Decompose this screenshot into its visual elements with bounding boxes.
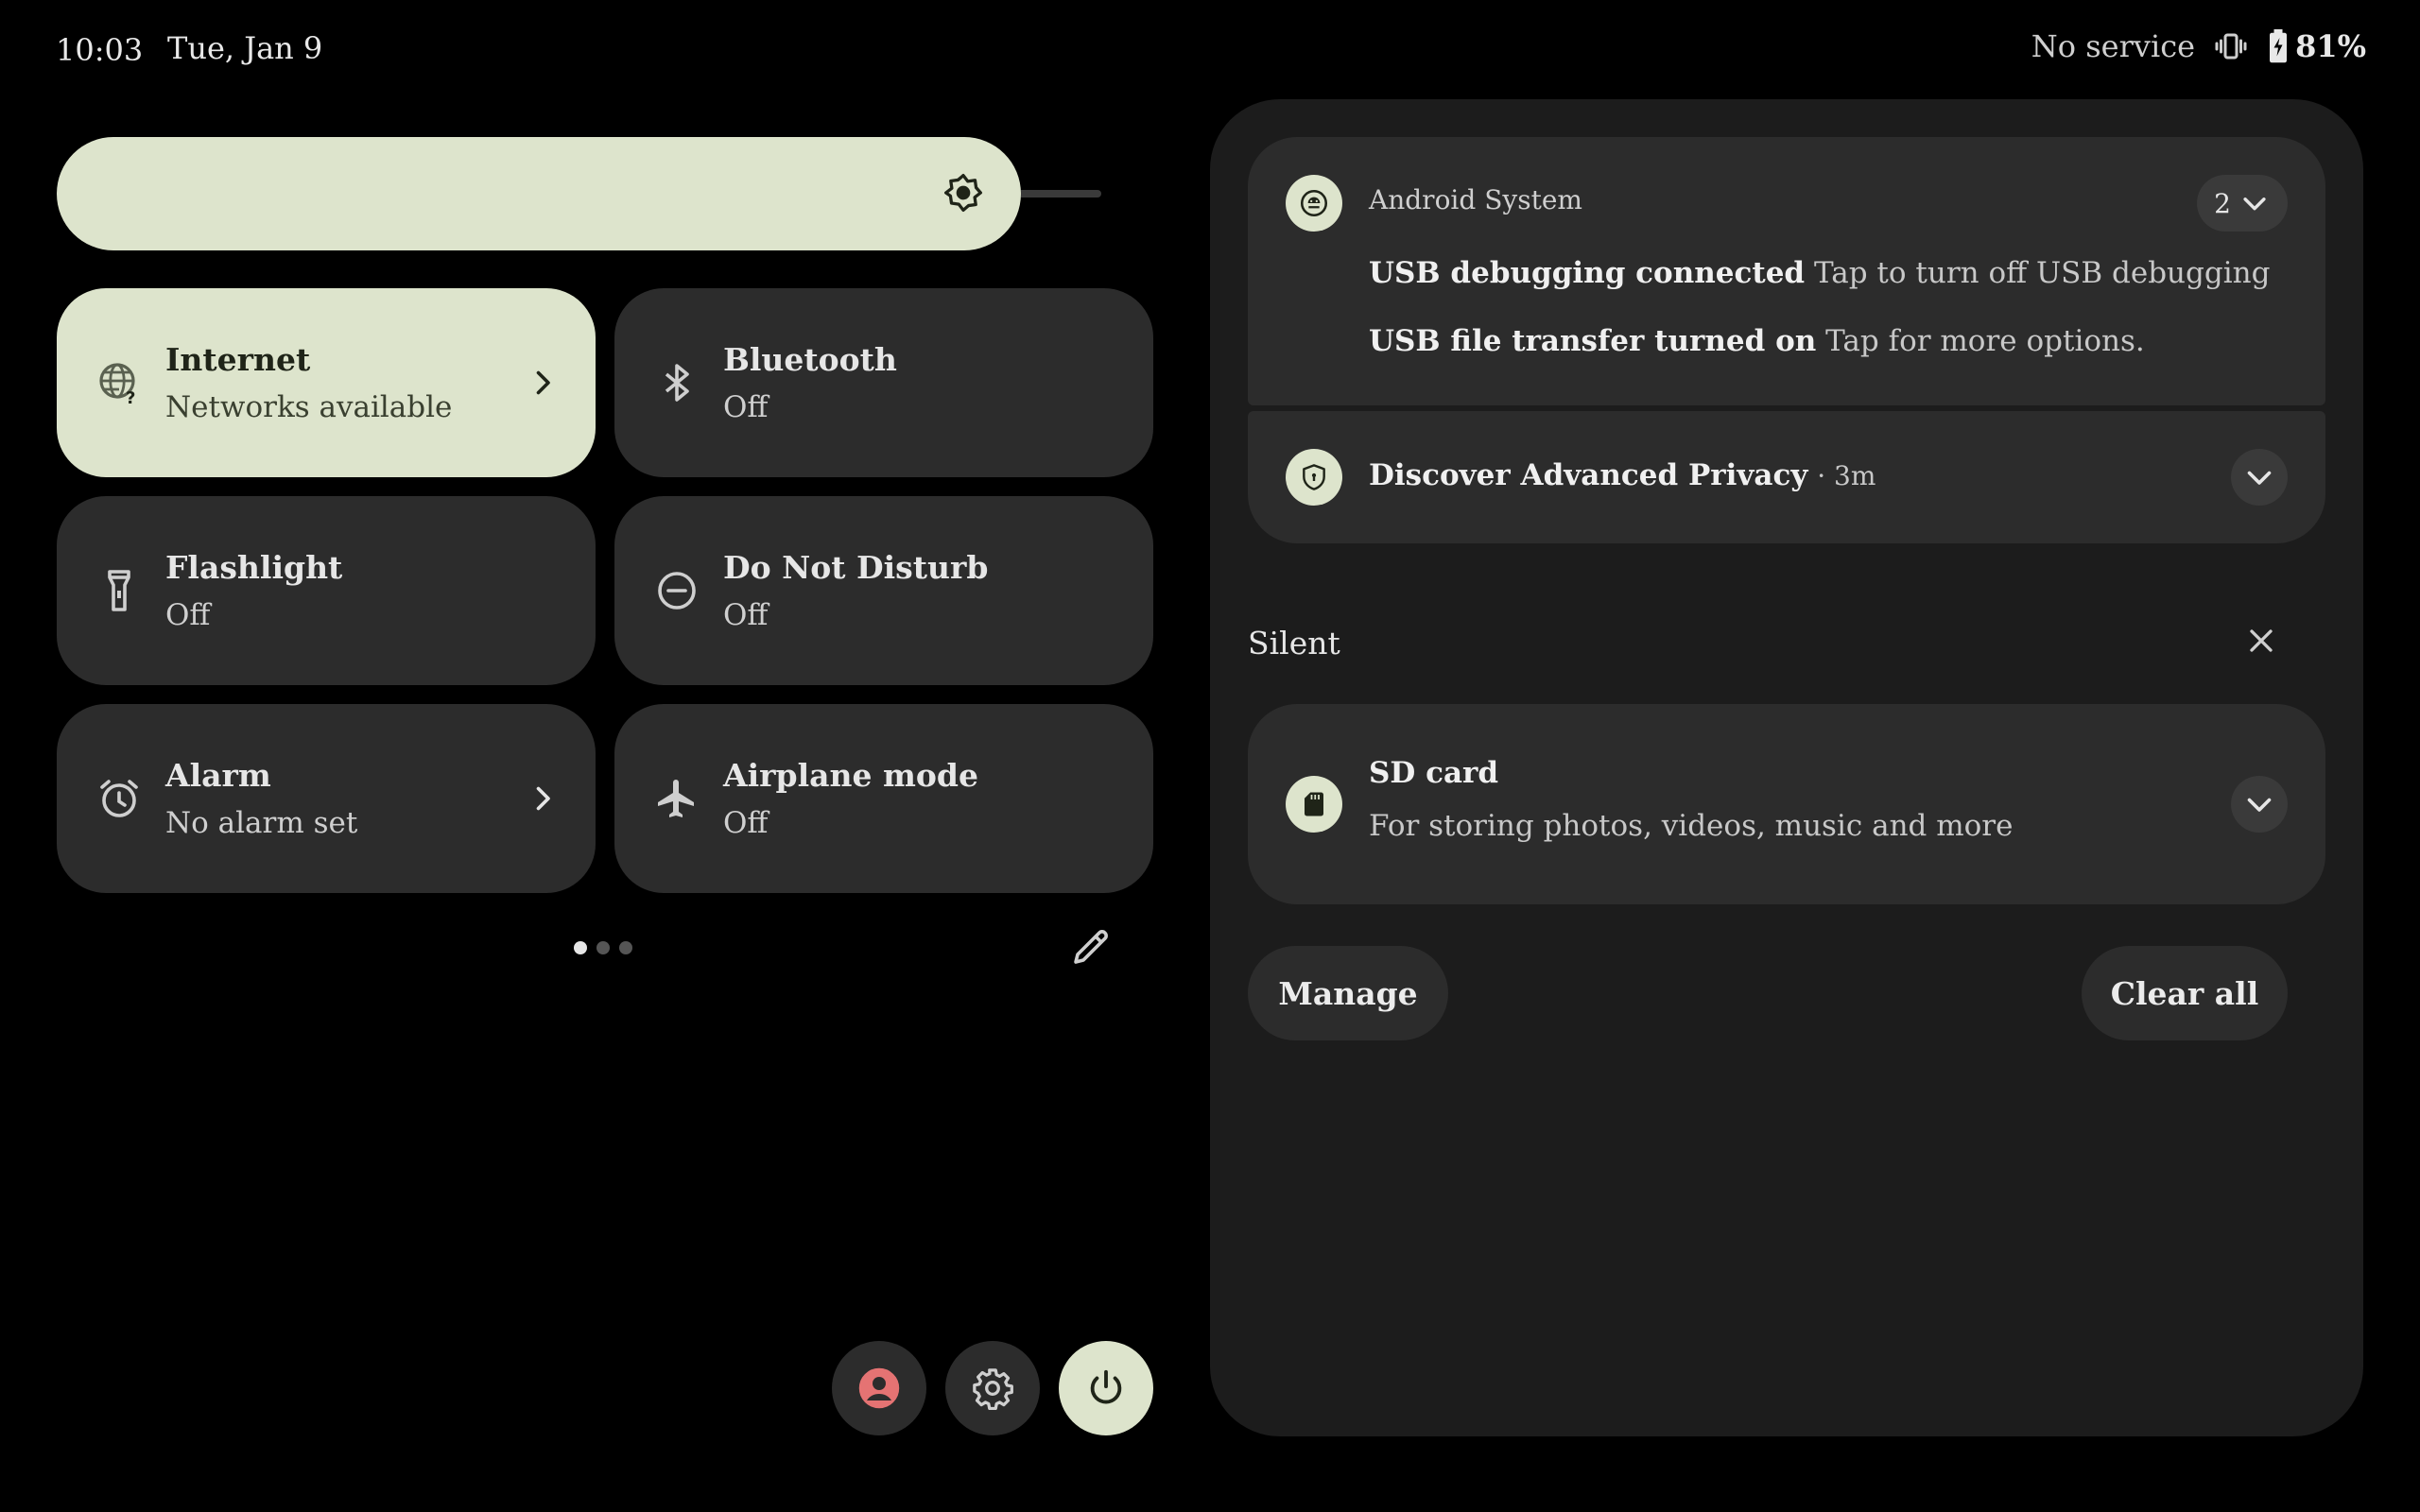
notification-title: Discover Advanced Privacy [1369, 458, 1808, 492]
close-icon[interactable] [2242, 622, 2280, 660]
chevron-right-icon [526, 364, 560, 402]
page-indicator [574, 941, 632, 954]
power-icon [1084, 1366, 1128, 1410]
notification-title-line: SD card [1369, 756, 1498, 790]
user-account-icon [856, 1366, 902, 1411]
battery-percent: 81% [2295, 28, 2366, 64]
status-date: Tue, Jan 9 [167, 30, 323, 66]
notification-line[interactable]: USB debugging connected Tap to turn off … [1369, 256, 2270, 290]
user-switch-button[interactable] [832, 1341, 926, 1435]
sd-card-icon [1286, 776, 1342, 833]
tile-alarm[interactable]: Alarm No alarm set [57, 704, 596, 893]
do-not-disturb-icon [654, 568, 700, 613]
gear-icon [971, 1366, 1014, 1410]
edit-pencil-icon[interactable] [1068, 924, 1114, 970]
tile-title: Bluetooth [723, 341, 897, 378]
notification-sd-card[interactable]: SD card For storing photos, videos, musi… [1248, 704, 2325, 904]
notification-panel: Android System 2 USB debugging connected… [1210, 99, 2363, 1436]
tile-subtitle: No alarm set [165, 806, 358, 840]
notification-title: SD card [1369, 756, 1499, 790]
chevron-down-icon [2238, 187, 2271, 219]
tile-subtitle: Off [723, 390, 769, 424]
notification-line: Discover Advanced Privacy · 3m [1369, 458, 1876, 492]
tile-title: Internet [165, 341, 311, 378]
notification-advanced-privacy[interactable]: Discover Advanced Privacy · 3m [1248, 411, 2325, 543]
tile-subtitle: Off [723, 806, 769, 840]
tile-subtitle: Networks available [165, 390, 453, 424]
status-time: 10:03 [56, 32, 144, 68]
airplane-icon [654, 776, 700, 821]
battery-charging-icon [2267, 29, 2290, 63]
notification-count: 2 [2214, 187, 2231, 219]
page-dot-active [574, 941, 587, 954]
chevron-right-icon [526, 780, 560, 817]
expand-button[interactable] [2231, 449, 2288, 506]
brightness-track-rest [1016, 190, 1101, 198]
status-indicators: No service 81% [2031, 28, 2366, 64]
globe-question-icon: ? [96, 360, 142, 405]
notification-text: Tap for more options. [1825, 324, 2145, 358]
shield-icon [1286, 449, 1342, 506]
page-dot [619, 941, 632, 954]
notification-title: USB file transfer turned on [1369, 324, 1817, 358]
notification-text-line: For storing photos, videos, music and mo… [1369, 809, 2013, 843]
notification-text: Tap to turn off USB debugging [1813, 256, 2271, 290]
flashlight-icon [96, 568, 142, 613]
tile-do-not-disturb[interactable]: Do Not Disturb Off [614, 496, 1153, 685]
clear-all-button[interactable]: Clear all [2082, 946, 2288, 1040]
tile-subtitle: Off [723, 598, 769, 632]
tile-internet[interactable]: ? Internet Networks available [57, 288, 596, 477]
group-expand-button[interactable]: 2 [2197, 175, 2288, 232]
tile-title: Flashlight [165, 549, 343, 586]
tile-flashlight[interactable]: Flashlight Off [57, 496, 596, 685]
bluetooth-icon [654, 360, 700, 405]
app-name: Android System [1369, 184, 1582, 215]
svg-text:?: ? [126, 388, 135, 405]
notification-android-system[interactable]: Android System 2 USB debugging connected… [1248, 137, 2325, 405]
chevron-down-icon [2242, 460, 2276, 494]
tile-bluetooth[interactable]: Bluetooth Off [614, 288, 1153, 477]
brightness-icon [942, 172, 984, 214]
manage-button[interactable]: Manage [1248, 946, 1448, 1040]
android-system-icon [1286, 175, 1342, 232]
tile-title: Alarm [165, 757, 271, 794]
notification-time: · 3m [1817, 460, 1876, 491]
notification-title: USB debugging connected [1369, 256, 1806, 290]
tile-subtitle: Off [165, 598, 211, 632]
network-status: No service [2031, 28, 2196, 64]
silent-section-label: Silent [1248, 625, 1340, 662]
expand-button[interactable] [2231, 776, 2288, 833]
vibrate-icon [2214, 29, 2248, 63]
tile-title: Airplane mode [723, 757, 978, 794]
power-button[interactable] [1059, 1341, 1153, 1435]
page-dot [596, 941, 610, 954]
settings-button[interactable] [945, 1341, 1040, 1435]
notification-text: For storing photos, videos, music and mo… [1369, 809, 2014, 843]
brightness-slider[interactable] [57, 137, 1021, 250]
notification-line[interactable]: USB file transfer turned on Tap for more… [1369, 324, 2145, 358]
alarm-icon [96, 776, 142, 821]
tile-airplane-mode[interactable]: Airplane mode Off [614, 704, 1153, 893]
chevron-down-icon [2242, 787, 2276, 821]
tile-title: Do Not Disturb [723, 549, 989, 586]
